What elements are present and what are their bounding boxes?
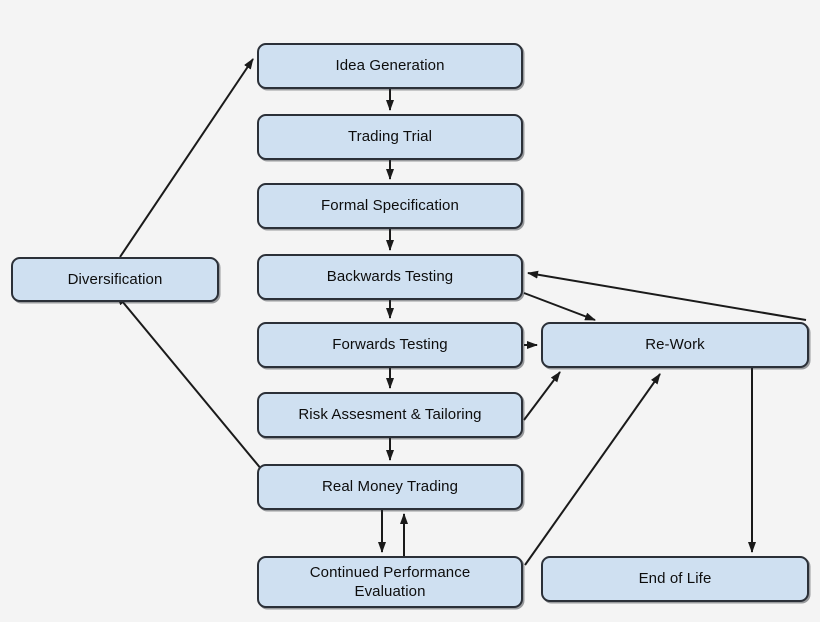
edge-evaluation-to-rework xyxy=(524,373,661,566)
node-trading-trial[interactable]: Trading Trial xyxy=(257,114,523,160)
node-label-end-of-life: End of Life xyxy=(638,570,712,588)
node-label-forwards-testing: Forwards Testing xyxy=(332,336,448,354)
node-risk-assesment-tailoring[interactable]: Risk Assesment & Tailoring xyxy=(257,392,523,438)
node-label-risk-assesment-tailoring: Risk Assesment & Tailoring xyxy=(298,406,482,424)
node-label-real-money-trading: Real Money Trading xyxy=(321,478,459,496)
edge-layer xyxy=(116,58,807,566)
node-forwards-testing[interactable]: Forwards Testing xyxy=(257,322,523,368)
node-label-backwards-testing: Backwards Testing xyxy=(326,268,454,286)
node-backwards-testing[interactable]: Backwards Testing xyxy=(257,254,523,300)
node-formal-specification[interactable]: Formal Specification xyxy=(257,183,523,229)
node-label-idea-generation: Idea Generation xyxy=(335,57,445,75)
edge-real-money-to-diversification xyxy=(116,294,263,471)
node-label-diversification: Diversification xyxy=(67,270,163,288)
node-continued-performance-evaluation[interactable]: Continued Performance Evaluation xyxy=(257,556,523,608)
edge-risk-to-rework xyxy=(523,371,561,421)
node-label-formal-specification: Formal Specification xyxy=(321,197,459,215)
flowchart-canvas: Idea Generation Trading Trial Formal Speci… xyxy=(0,0,820,622)
node-end-of-life[interactable]: End of Life xyxy=(541,556,809,602)
node-real-money-trading[interactable]: Real Money Trading xyxy=(257,464,523,510)
node-label-continued-performance-evaluation: Continued Performance Evaluation xyxy=(309,563,471,600)
node-idea-generation[interactable]: Idea Generation xyxy=(257,43,523,89)
edge-rework-to-backwards xyxy=(527,270,807,321)
node-label-trading-trial: Trading Trial xyxy=(347,128,433,146)
edge-diversification-to-idea xyxy=(119,58,254,258)
node-label-re-work: Re-Work xyxy=(645,336,705,354)
node-diversification[interactable]: Diversification xyxy=(11,257,219,302)
node-re-work[interactable]: Re-Work xyxy=(541,322,809,368)
edge-backwards-to-rework xyxy=(523,292,596,321)
